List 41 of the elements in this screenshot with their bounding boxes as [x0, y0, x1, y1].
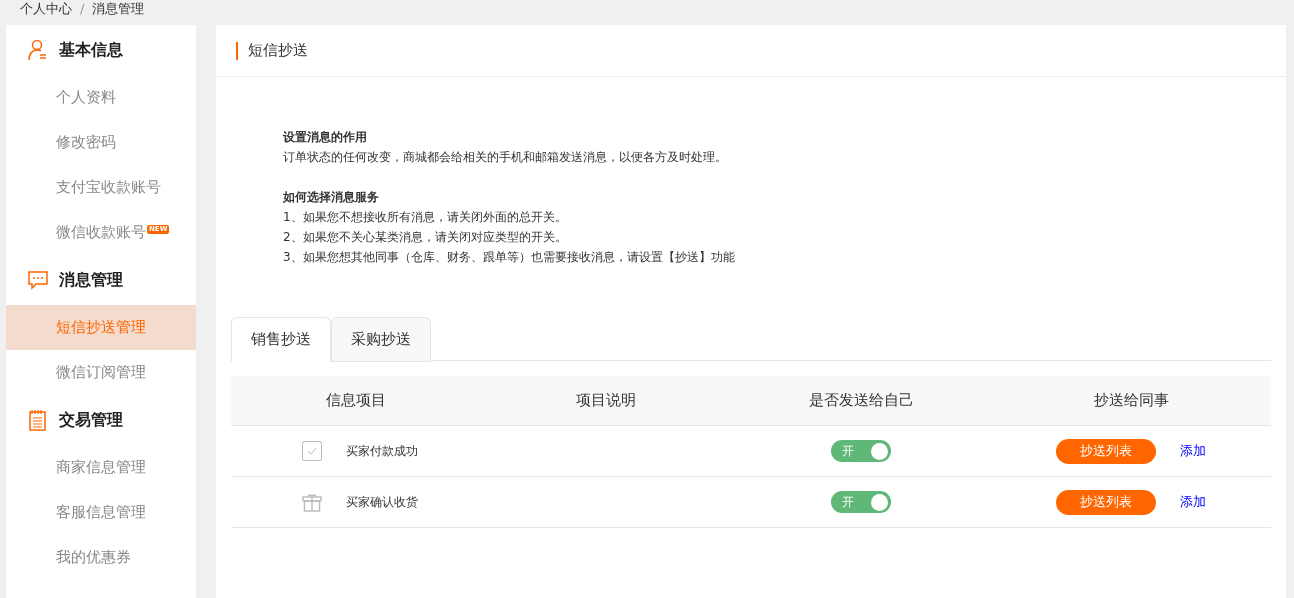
breadcrumb-separator: /	[80, 0, 85, 18]
table-cell-text: 买家付款成功	[346, 443, 418, 460]
copy-list-button[interactable]: 抄送列表	[1056, 489, 1156, 515]
add-link[interactable]: 添加	[1180, 441, 1206, 461]
breadcrumb-link[interactable]: 消息管理	[92, 0, 145, 19]
copy-list-button[interactable]: 抄送列表	[1056, 438, 1156, 464]
sidebar-item[interactable]: 微信订阅管理	[6, 350, 196, 395]
toggle-switch[interactable]: 开	[831, 440, 891, 462]
info-heading: 设置消息的作用	[283, 129, 368, 146]
sidebar-item[interactable]: 短信抄送管理	[6, 305, 196, 350]
sidebar-item[interactable]: 修改密码	[6, 120, 196, 165]
sidebar-item[interactable]: 支付宝收款账号	[6, 165, 196, 210]
gift-icon	[302, 492, 322, 512]
notepad-icon	[27, 409, 49, 431]
info-text: 1、如果您不想接收所有消息，请关闭外面的总开关。	[283, 209, 568, 226]
column-header: 是否发送给自己	[807, 390, 915, 412]
column-header: 项目说明	[575, 390, 637, 412]
info-text: 订单状态的任何改变，商城都会给相关的手机和邮箱发送消息，以便各方及时处理。	[283, 149, 728, 166]
sidebar-item[interactable]: 个人资料	[6, 75, 196, 120]
info-text: 3、如果您想其他同事（仓库、财务、跟单等）也需要接收消息，请设置【抄送】功能	[283, 249, 736, 266]
section-heading: 消息管理	[59, 269, 123, 291]
breadcrumb-link[interactable]: 个人中心	[20, 0, 72, 19]
column-header: 信息项目	[325, 390, 387, 412]
section-heading: 基本信息	[59, 39, 123, 61]
add-link[interactable]: 添加	[1180, 492, 1206, 512]
person-icon	[27, 39, 49, 61]
tab[interactable]: 采购抄送	[331, 317, 431, 362]
panel-title: 短信抄送	[248, 40, 308, 62]
checkbox-icon	[302, 441, 322, 461]
toggle-switch[interactable]: 开	[831, 491, 891, 513]
sidebar-item[interactable]: 客服信息管理	[6, 490, 196, 535]
info-heading: 如何选择消息服务	[283, 189, 380, 206]
info-text: 2、如果您不关心某类消息，请关闭对应类型的开关。	[283, 229, 568, 246]
table-cell-text: 买家确认收货	[346, 494, 418, 511]
chat-icon	[27, 269, 49, 291]
tab[interactable]: 销售抄送	[231, 317, 331, 362]
accent-bar	[236, 41, 238, 60]
section-heading: 交易管理	[59, 409, 123, 431]
column-header: 抄送给同事	[1092, 390, 1170, 412]
sidebar-item[interactable]: 商家信息管理	[6, 445, 196, 490]
sidebar-item[interactable]: 我的优惠券	[6, 535, 196, 580]
